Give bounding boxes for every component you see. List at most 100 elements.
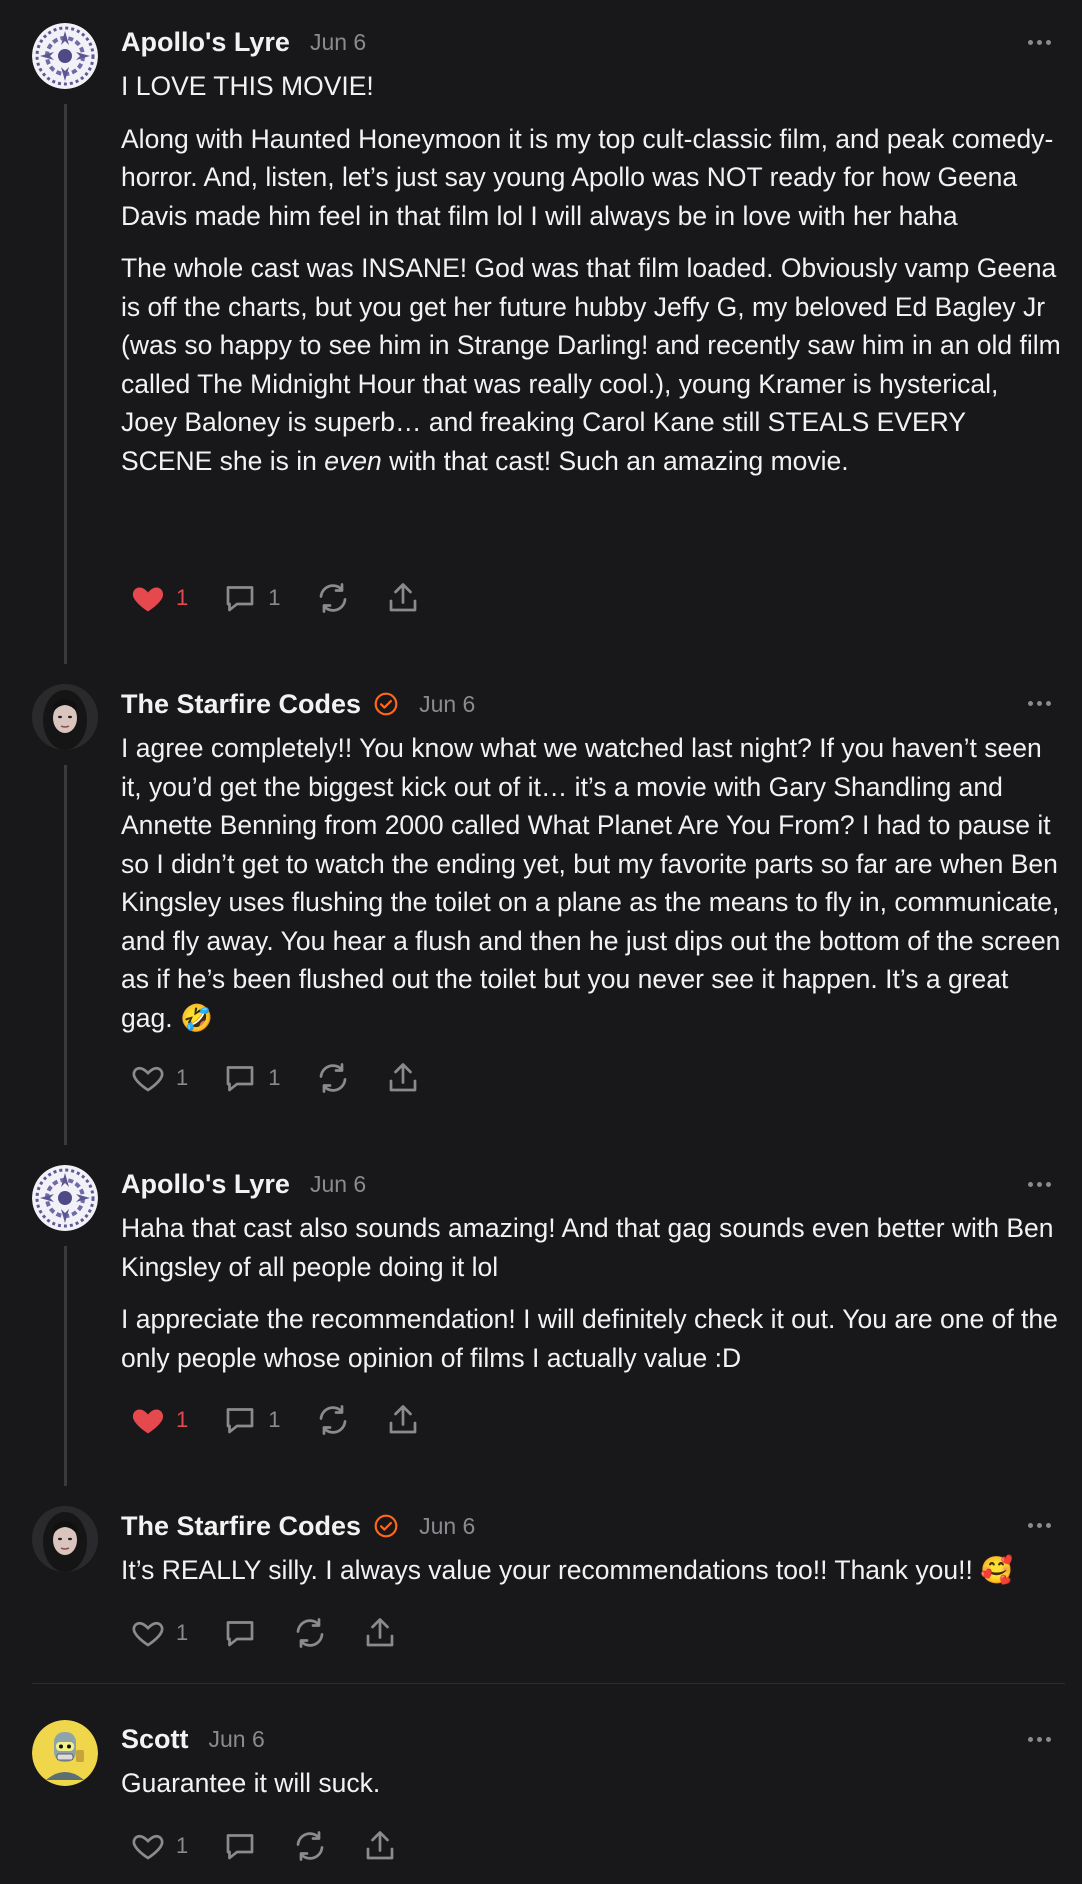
comment-actions: 1 <box>130 1826 432 1866</box>
share-icon <box>366 1618 394 1647</box>
avatar[interactable] <box>32 1506 98 1572</box>
heart-icon <box>132 1834 164 1860</box>
comment-date[interactable]: Jun 6 <box>419 1513 475 1540</box>
avatar-image <box>32 684 98 750</box>
thread-line <box>64 1246 67 1486</box>
avatar[interactable] <box>32 23 98 89</box>
more-options-icon[interactable] <box>1028 698 1058 708</box>
restack-icon <box>319 583 346 613</box>
restack-button[interactable] <box>292 1615 328 1651</box>
heart-icon <box>132 1409 164 1434</box>
comment-header: The Starfire Codes Jun 6 <box>121 686 475 722</box>
author-name[interactable]: Apollo's Lyre <box>121 27 290 58</box>
share-button[interactable] <box>385 580 421 616</box>
comment-body: I agree completely!! You know what we wa… <box>121 729 1061 1051</box>
divider <box>32 1683 1065 1684</box>
comment-paragraph: Guarantee it will suck. <box>121 1768 381 1798</box>
heart-icon <box>132 1621 164 1647</box>
thread-line <box>64 765 67 1145</box>
avatar[interactable] <box>32 1720 98 1786</box>
avatar-image <box>32 1165 98 1231</box>
comment-button[interactable]: 1 <box>222 580 281 616</box>
like-button[interactable]: 1 <box>130 1615 188 1651</box>
comment-count: 1 <box>268 1407 281 1432</box>
heart-icon <box>132 587 164 612</box>
like-count: 1 <box>176 585 189 610</box>
comment-icon <box>226 1621 254 1647</box>
restack-icon <box>319 1405 346 1435</box>
author-name[interactable]: Apollo's Lyre <box>121 1169 290 1200</box>
restack-icon <box>319 1063 346 1093</box>
comment-paragraph: I appreciate the recommendation! I will … <box>121 1304 1058 1373</box>
comment-body: It’s REALLY silly. I always value your r… <box>121 1551 1061 1604</box>
restack-button[interactable] <box>315 580 351 616</box>
avatar[interactable] <box>32 684 98 750</box>
more-options-icon[interactable] <box>1028 1179 1058 1189</box>
comment-paragraph: Along with Haunted Honeymoon it is my to… <box>121 123 1054 231</box>
comment-icon <box>226 1834 254 1860</box>
comment-paragraph: I agree completely!! You know what we wa… <box>121 733 1061 1033</box>
like-button[interactable]: 1 <box>130 1402 188 1438</box>
more-options-icon[interactable] <box>1028 1734 1058 1744</box>
share-button[interactable] <box>362 1615 398 1651</box>
share-button[interactable] <box>385 1402 421 1438</box>
avatar[interactable] <box>32 1165 98 1231</box>
comment-date[interactable]: Jun 6 <box>310 1171 366 1198</box>
comment-thread: Apollo's Lyre Jun 6 I LOVE THIS MOVIE! A… <box>0 0 1082 1884</box>
comment-body: Guarantee it will suck. <box>121 1764 1061 1817</box>
like-count: 1 <box>176 1833 189 1858</box>
verified-icon <box>374 692 398 716</box>
avatar-image <box>32 23 98 89</box>
thread-line <box>64 104 67 664</box>
share-icon <box>389 1063 416 1092</box>
comment-body: I LOVE THIS MOVIE! Along with Haunted Ho… <box>121 67 1061 494</box>
comment-icon <box>226 586 254 612</box>
restack-icon <box>296 1831 324 1861</box>
restack-button[interactable] <box>315 1402 351 1438</box>
share-icon <box>389 1405 416 1434</box>
comment-button[interactable]: 1 <box>222 1402 281 1438</box>
comment-paragraph: The whole cast was INSANE! God was that … <box>121 253 1061 476</box>
comment-icon <box>226 1408 254 1434</box>
verified-icon <box>374 1514 398 1538</box>
heart-icon <box>132 1066 164 1092</box>
comment-date[interactable]: Jun 6 <box>419 691 475 718</box>
comment-date[interactable]: Jun 6 <box>310 29 366 56</box>
author-name[interactable]: The Starfire Codes <box>121 689 361 720</box>
more-options-icon[interactable] <box>1028 37 1058 47</box>
like-button[interactable]: 1 <box>130 1828 188 1864</box>
like-count: 1 <box>176 1407 189 1432</box>
like-button[interactable]: 1 <box>130 580 188 616</box>
comment-count: 1 <box>268 585 281 610</box>
comment-button[interactable]: 1 <box>222 1060 281 1096</box>
comment-paragraph: Haha that cast also sounds amazing! And … <box>121 1213 1054 1282</box>
comment-date[interactable]: Jun 6 <box>209 1726 265 1753</box>
restack-button[interactable] <box>315 1060 351 1096</box>
like-button[interactable]: 1 <box>130 1060 188 1096</box>
more-options-icon[interactable] <box>1028 1520 1058 1530</box>
comment-icon <box>226 1066 254 1092</box>
like-count: 1 <box>176 1620 189 1645</box>
comment-header: Scott Jun 6 <box>121 1721 265 1757</box>
comment-count: 1 <box>268 1065 281 1090</box>
comment-button[interactable] <box>222 1828 258 1864</box>
share-button[interactable] <box>385 1060 421 1096</box>
comment-body: Haha that cast also sounds amazing! And … <box>121 1209 1061 1391</box>
comment-header: Apollo's Lyre Jun 6 <box>121 24 366 60</box>
share-icon <box>366 1831 394 1860</box>
comment-button[interactable] <box>222 1615 258 1651</box>
author-name[interactable]: The Starfire Codes <box>121 1511 361 1542</box>
comment-actions: 1 <box>130 1613 432 1653</box>
restack-icon <box>296 1618 324 1648</box>
comment-header: Apollo's Lyre Jun 6 <box>121 1166 366 1202</box>
like-count: 1 <box>176 1065 189 1090</box>
author-name[interactable]: Scott <box>121 1724 189 1755</box>
avatar-image <box>32 1720 98 1786</box>
restack-button[interactable] <box>292 1828 328 1864</box>
comment-paragraph: It’s REALLY silly. I always value your r… <box>121 1555 1014 1585</box>
comment-actions: 1 1 <box>130 1058 455 1098</box>
share-button[interactable] <box>362 1828 398 1864</box>
comment-header: The Starfire Codes Jun 6 <box>121 1508 475 1544</box>
emphasis-text: even <box>324 445 382 476</box>
comment-actions: 1 1 <box>130 1400 455 1440</box>
